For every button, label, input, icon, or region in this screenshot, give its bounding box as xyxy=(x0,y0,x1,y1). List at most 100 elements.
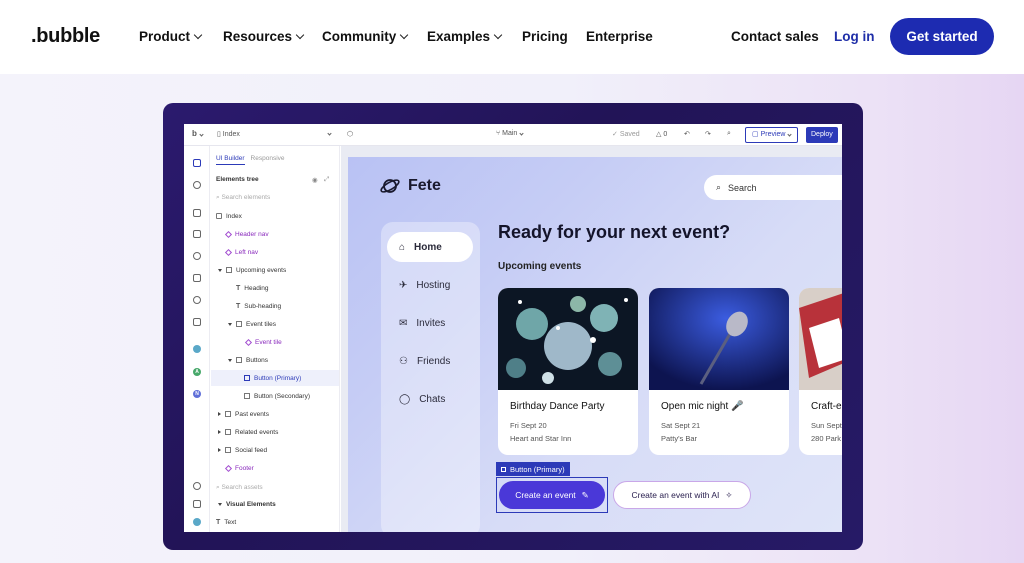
workflow-icon[interactable] xyxy=(193,181,201,189)
issues-indicator[interactable]: △ 0 xyxy=(656,130,667,138)
tree-item-upcoming-events[interactable]: Upcoming events xyxy=(218,262,286,278)
pencil-icon: ✎ xyxy=(581,489,589,500)
app-nav-friends[interactable]: ⚇ Friends xyxy=(387,346,473,376)
page-canvas: Fete ⌕ Search ⌂ Home ✈ Hosting ✉ Invites ⚇ Fr… xyxy=(341,146,842,532)
page-selector[interactable]: ▯ Index xyxy=(217,130,240,138)
app-search-input[interactable]: ⌕ Search xyxy=(704,175,842,200)
selected-element-tag-label: Button (Primary) xyxy=(510,464,565,474)
branch-label: Main xyxy=(502,130,518,137)
data-icon[interactable] xyxy=(193,209,201,217)
app-subheading: Upcoming events xyxy=(498,261,582,272)
search-icon[interactable]: ⌕ xyxy=(727,130,731,138)
button-icon xyxy=(244,375,250,381)
button-icon xyxy=(244,393,250,399)
app-sidebar: ⌂ Home ✈ Hosting ✉ Invites ⚇ Friends ◯ Chats xyxy=(381,222,480,532)
avatar-a-icon[interactable]: A xyxy=(193,368,201,376)
page-selector-chevron[interactable] xyxy=(325,130,332,137)
tree-item-related-events[interactable]: Related events xyxy=(218,424,278,440)
tree-item-index[interactable]: Index xyxy=(216,208,242,224)
event-card[interactable]: Birthday Dance Party Fri Sept 20 Heart a… xyxy=(498,288,638,455)
tab-ui-builder[interactable]: UI Builder xyxy=(216,155,245,165)
login-link[interactable]: Log in xyxy=(834,29,875,44)
create-event-button[interactable]: Create an event ✎ xyxy=(499,481,605,509)
database-icon[interactable] xyxy=(193,230,201,238)
tree-item-footer[interactable]: Footer xyxy=(224,460,254,476)
caret-down-icon xyxy=(218,502,222,506)
tree-item-label: Header nav xyxy=(235,230,269,238)
visual-elements-section[interactable]: Visual Elements xyxy=(218,496,276,512)
search-assets-placeholder: Search assets xyxy=(221,484,263,491)
saved-status: ✓ Saved xyxy=(612,131,640,138)
tab-responsive[interactable]: Responsive xyxy=(251,155,285,165)
nav-pricing[interactable]: Pricing xyxy=(522,29,568,44)
eye-icon[interactable]: ◉ xyxy=(312,176,318,184)
settings-icon[interactable] xyxy=(193,296,201,304)
bubble-menu-icon[interactable]: b xyxy=(192,129,204,138)
tree-item-social-feed[interactable]: Social feed xyxy=(218,442,267,458)
app-nav-chats[interactable]: ◯ Chats xyxy=(387,384,473,414)
gift-icon[interactable] xyxy=(193,500,201,508)
get-started-button[interactable]: Get started xyxy=(890,18,994,55)
nav-enterprise[interactable]: Enterprise xyxy=(586,29,653,44)
preview-button[interactable]: ▢ Preview xyxy=(745,127,799,143)
tree-item-label: Footer xyxy=(235,464,254,472)
redo-icon[interactable]: ↷ xyxy=(705,130,711,138)
search-assets-input[interactable]: ⌕ Search assets xyxy=(216,484,263,492)
tree-item-buttons[interactable]: Buttons xyxy=(228,352,268,368)
search-icon: ⌕ xyxy=(716,182,722,192)
chevron-down-icon xyxy=(193,30,203,39)
tree-item-label: Related events xyxy=(235,428,279,436)
tree-item-button-secondary[interactable]: Button (Secondary) xyxy=(244,388,310,404)
nav-examples[interactable]: Examples xyxy=(427,29,503,44)
event-card-title: Open mic night 🎤 xyxy=(661,401,744,412)
tree-item-label: Event tiles xyxy=(246,320,276,328)
create-event-label: Create an event xyxy=(515,490,576,500)
search-elements-input[interactable]: ⌕ Search elements xyxy=(216,194,270,202)
tree-item-event-tiles[interactable]: Event tiles xyxy=(228,316,276,332)
group-icon xyxy=(225,411,231,417)
chevron-down-icon xyxy=(295,30,305,39)
tree-item-past-events[interactable]: Past events xyxy=(218,406,269,422)
fete-logo-text: Fete xyxy=(408,177,441,194)
user-avatar-icon[interactable] xyxy=(193,518,201,526)
app-nav-home[interactable]: ⌂ Home xyxy=(387,232,473,262)
tree-item-button-primary[interactable]: Button (Primary) xyxy=(211,370,339,386)
group-icon xyxy=(226,267,232,273)
tree-item-label: Button (Primary) xyxy=(254,374,302,382)
help-icon[interactable] xyxy=(193,482,201,490)
styles-icon[interactable] xyxy=(193,252,201,260)
event-card[interactable]: Open mic night 🎤 Sat Sept 21 Patty's Bar xyxy=(649,288,789,455)
tree-item-heading[interactable]: T Heading xyxy=(236,280,269,296)
teal-dot-icon[interactable] xyxy=(193,345,201,353)
button-icon xyxy=(501,466,506,472)
chevron-down-icon xyxy=(493,30,503,39)
plugins-icon[interactable] xyxy=(193,274,201,282)
nav-product[interactable]: Product xyxy=(139,29,203,44)
cube-icon[interactable]: ⬡ xyxy=(347,130,353,138)
undo-icon[interactable]: ↶ xyxy=(684,130,690,138)
contact-sales-link[interactable]: Contact sales xyxy=(731,29,819,44)
event-card-title: Birthday Dance Party xyxy=(510,401,605,412)
tree-item-subheading[interactable]: T Sub-heading xyxy=(236,298,281,314)
tree-item-header-nav[interactable]: Header nav xyxy=(224,226,269,242)
saved-label: Saved xyxy=(619,131,640,138)
nav-community[interactable]: Community xyxy=(322,29,409,44)
create-event-ai-button[interactable]: Create an event with AI ✧ xyxy=(613,481,751,509)
avatar-n-icon[interactable]: N xyxy=(193,390,201,398)
expand-icon[interactable]: ⤢ xyxy=(324,176,329,184)
design-tab-icon[interactable] xyxy=(193,159,201,167)
app-nav-hosting[interactable]: ✈ Hosting xyxy=(387,270,473,300)
deploy-button[interactable]: Deploy xyxy=(806,127,838,143)
logs-icon[interactable] xyxy=(193,318,201,326)
event-card-venue: Heart and Star Inn xyxy=(510,434,572,443)
tree-item-left-nav[interactable]: Left nav xyxy=(224,244,258,260)
app-nav-invites[interactable]: ✉ Invites xyxy=(387,308,473,338)
branch-selector[interactable]: ⑂ Main xyxy=(496,130,524,137)
selected-element-tag: Button (Primary) xyxy=(496,462,570,476)
nav-resources[interactable]: Resources xyxy=(223,29,305,44)
bubble-logo[interactable]: .bubble xyxy=(31,25,100,48)
event-card[interactable]: Craft-e Sun Sept 280 Park xyxy=(799,288,842,455)
fete-logo[interactable]: Fete xyxy=(380,176,441,196)
asset-text[interactable]: T Text xyxy=(216,514,236,530)
tree-item-event-tile[interactable]: Event tile xyxy=(244,334,282,350)
